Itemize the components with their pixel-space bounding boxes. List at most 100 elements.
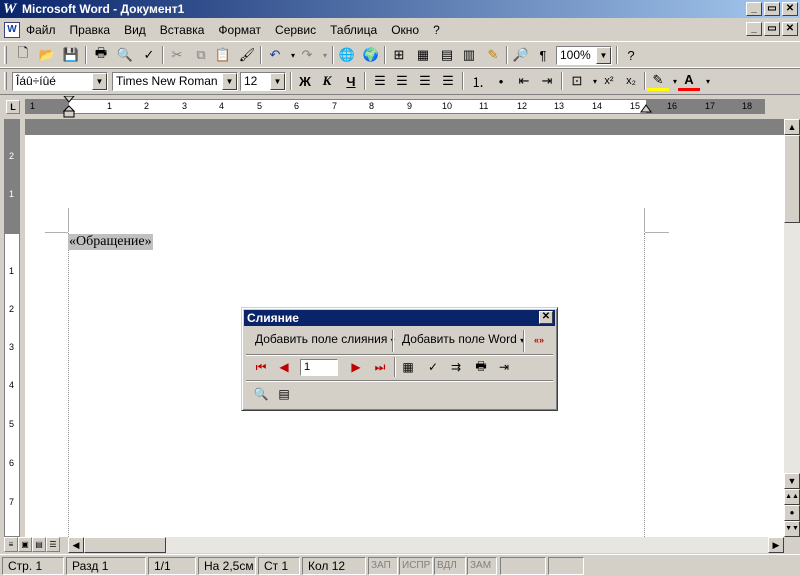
previous-page-icon[interactable]: ▲▲ (784, 489, 800, 505)
scroll-thumb[interactable] (784, 135, 800, 223)
vertical-ruler[interactable]: 2 1 1 2 3 4 5 6 7 (4, 119, 20, 537)
maximize-button[interactable]: ▭ (764, 2, 780, 16)
indent-marker-icon[interactable] (63, 96, 75, 118)
menu-help[interactable]: ? (426, 23, 447, 37)
bullets-icon[interactable]: • (490, 71, 512, 91)
close-icon[interactable]: ✕ (539, 311, 553, 324)
justify-icon[interactable]: ☰ (437, 71, 459, 91)
scroll-up-icon[interactable]: ▲ (784, 119, 800, 135)
chevron-down-icon[interactable]: ▼ (222, 73, 237, 90)
align-left-icon[interactable]: ☰ (369, 71, 391, 91)
start-merge-icon[interactable]: ⇥ (494, 357, 514, 377)
status-track-changes[interactable]: ИСПР (399, 557, 433, 575)
status-overtype[interactable]: ЗАМ (467, 557, 497, 575)
menu-format[interactable]: Формат (211, 23, 268, 37)
print-layout-icon[interactable]: ▤ (32, 537, 46, 552)
align-center-icon[interactable]: ☰ (391, 71, 413, 91)
zoom-select[interactable]: 100% ▼ (556, 46, 612, 65)
columns-icon[interactable]: ▥ (458, 45, 480, 65)
underline-button[interactable]: Ч (340, 71, 362, 91)
document-icon[interactable]: W (4, 22, 20, 38)
numbering-icon[interactable]: ⒈ (467, 71, 489, 91)
scroll-right-icon[interactable]: ▶ (768, 537, 784, 553)
horizontal-ruler[interactable]: 1 1 2 3 4 5 6 7 8 9 10 11 12 13 14 15 16… (25, 96, 765, 118)
font-select[interactable]: Times New Roman ▼ (112, 72, 238, 91)
find-record-icon[interactable]: 🔍 (251, 384, 271, 404)
doc-close-button[interactable]: ✕ (782, 22, 798, 36)
status-record-macro[interactable]: ЗАП (368, 557, 398, 575)
paste-icon[interactable]: 📋 (212, 45, 234, 65)
merge-to-printer-icon[interactable]: 🖶 (471, 357, 491, 377)
menu-view[interactable]: Вид (117, 23, 153, 37)
merge-field-salutation[interactable]: «Обращение» (68, 234, 153, 250)
previous-record-icon[interactable]: ◀ (274, 357, 294, 377)
menu-table[interactable]: Таблица (323, 23, 384, 37)
doc-minimize-button[interactable]: _ (746, 22, 762, 36)
menu-window[interactable]: Окно (384, 23, 426, 37)
doc-restore-button[interactable]: ▭ (764, 22, 780, 36)
superscript-icon[interactable]: x² (598, 71, 620, 91)
scroll-down-icon[interactable]: ▼ (784, 473, 800, 489)
align-right-icon[interactable]: ☰ (414, 71, 436, 91)
mail-merge-toolbar[interactable]: Слияние ✕ Добавить поле слияния ▾ Добави… (241, 307, 558, 411)
chevron-down-icon[interactable]: ▼ (596, 47, 611, 64)
toolbar-grip[interactable] (4, 46, 7, 64)
word-icon[interactable]: W (3, 1, 19, 17)
insert-word-field-button[interactable]: Добавить поле Word ▾ (402, 332, 524, 346)
insert-table-icon[interactable]: ▦ (412, 45, 434, 65)
web-view-icon[interactable]: ▣ (18, 537, 32, 552)
cut-icon[interactable]: ✂ (166, 45, 188, 65)
menu-file[interactable]: Файл (20, 23, 63, 37)
document-map-icon[interactable]: 🔎 (510, 45, 532, 65)
insert-excel-icon[interactable]: ▤ (436, 45, 458, 65)
style-select[interactable]: Îáû÷íûé ▼ (12, 72, 108, 91)
tab-selector[interactable]: L (6, 100, 20, 114)
insert-hyperlink-icon[interactable]: 🌐 (336, 45, 358, 65)
first-record-icon[interactable]: ⏮ (251, 357, 271, 377)
insert-merge-field-button[interactable]: Добавить поле слияния ▾ (255, 332, 395, 346)
view-merged-data-icon[interactable]: «» (529, 330, 549, 350)
format-painter-icon[interactable]: 🖌 (236, 45, 258, 65)
menu-tools[interactable]: Сервис (268, 23, 323, 37)
subscript-icon[interactable]: x₂ (620, 71, 642, 91)
font-size-select[interactable]: 12 ▼ (240, 72, 286, 91)
decrease-indent-icon[interactable]: ⇤ (513, 71, 535, 91)
save-icon[interactable]: 💾 (60, 45, 82, 65)
office-assistant-icon[interactable]: ? (620, 45, 642, 65)
check-errors-icon[interactable]: ✓ (423, 357, 443, 377)
last-record-icon[interactable]: ⏭ (370, 357, 390, 377)
web-toolbar-icon[interactable]: 🌍 (360, 45, 382, 65)
chevron-down-icon[interactable]: ▾ (697, 71, 719, 91)
edit-data-source-icon[interactable]: ▤ (274, 384, 294, 404)
outline-view-icon[interactable]: ☰ (46, 537, 60, 552)
close-button[interactable]: ✕ (782, 2, 798, 16)
tables-borders-icon[interactable]: ⊞ (388, 45, 410, 65)
minimize-button[interactable]: _ (746, 2, 762, 16)
select-browse-object-icon[interactable]: ● (784, 505, 800, 521)
vertical-scrollbar[interactable]: ▲ ▼ ▲▲ ● ▼▼ (784, 119, 800, 537)
record-number-input[interactable]: 1 (300, 359, 338, 376)
toolbar-grip[interactable] (4, 72, 7, 90)
right-indent-marker-icon[interactable] (640, 104, 652, 114)
scroll-left-icon[interactable]: ◀ (68, 537, 84, 553)
next-page-icon[interactable]: ▼▼ (784, 521, 800, 537)
chevron-down-icon[interactable]: ▼ (270, 73, 285, 90)
increase-indent-icon[interactable]: ⇥ (536, 71, 558, 91)
show-hide-icon[interactable]: ¶ (532, 45, 554, 65)
new-document-icon[interactable]: 🗋 (12, 45, 34, 65)
horizontal-scrollbar[interactable]: ◀ ▶ (68, 537, 784, 553)
print-preview-icon[interactable]: 🔍 (114, 45, 136, 65)
mail-merge-title-bar[interactable]: Слияние ✕ (244, 310, 555, 326)
copy-icon[interactable]: ⧉ (190, 45, 212, 65)
next-record-icon[interactable]: ▶ (346, 357, 366, 377)
italic-button[interactable]: К (316, 71, 338, 91)
menu-edit[interactable]: Правка (63, 23, 118, 37)
bold-button[interactable]: Ж (294, 71, 316, 91)
mail-merge-helper-icon[interactable]: ▦ (398, 357, 418, 377)
chevron-down-icon[interactable]: ▼ (92, 73, 107, 90)
scroll-thumb[interactable] (84, 537, 166, 553)
menu-insert[interactable]: Вставка (153, 23, 212, 37)
status-extend[interactable]: ВДЛ (434, 557, 466, 575)
open-folder-icon[interactable]: 📂 (36, 45, 58, 65)
normal-view-icon[interactable]: ≡ (4, 537, 18, 552)
